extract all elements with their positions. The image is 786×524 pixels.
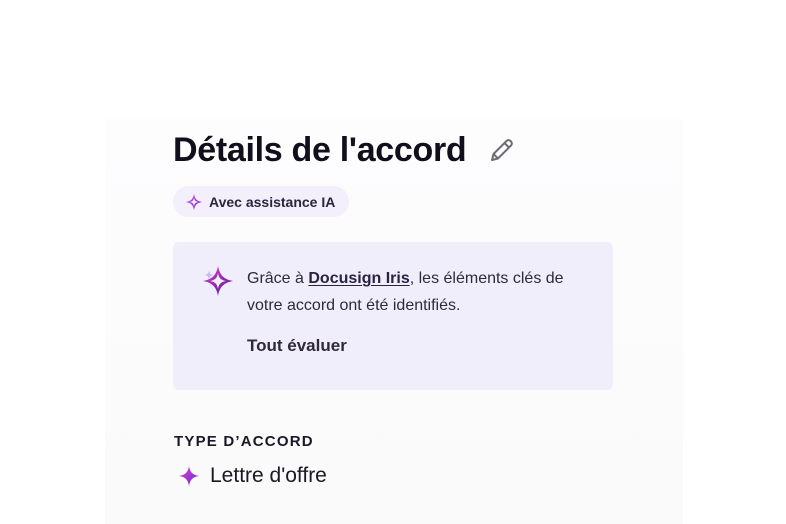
iris-message: Grâce à Docusign Iris, les éléments clés…: [247, 265, 587, 319]
sparkle-icon: [178, 465, 200, 487]
review-all-link[interactable]: Tout évaluer: [247, 336, 347, 356]
sparkle-icon: [185, 193, 203, 211]
docusign-iris-link[interactable]: Docusign Iris: [308, 270, 409, 287]
iris-info-card: Grâce à Docusign Iris, les éléments clés…: [173, 242, 613, 390]
agreement-type-row: Lettre d'offre: [178, 464, 327, 488]
ai-badge-label: Avec assistance IA: [209, 193, 336, 210]
edit-button[interactable]: [486, 134, 518, 166]
ai-assisted-badge: Avec assistance IA: [173, 186, 350, 217]
page-title: Détails de l'accord: [173, 131, 467, 169]
title-row: Détails de l'accord: [173, 128, 518, 172]
sparkle-icon: [201, 264, 235, 298]
agreement-type-label: TYPE D’ACCORD: [174, 433, 314, 450]
agreement-type-value: Lettre d'offre: [210, 464, 327, 487]
iris-message-prefix: Grâce à: [247, 270, 309, 287]
pencil-icon: [491, 139, 514, 161]
